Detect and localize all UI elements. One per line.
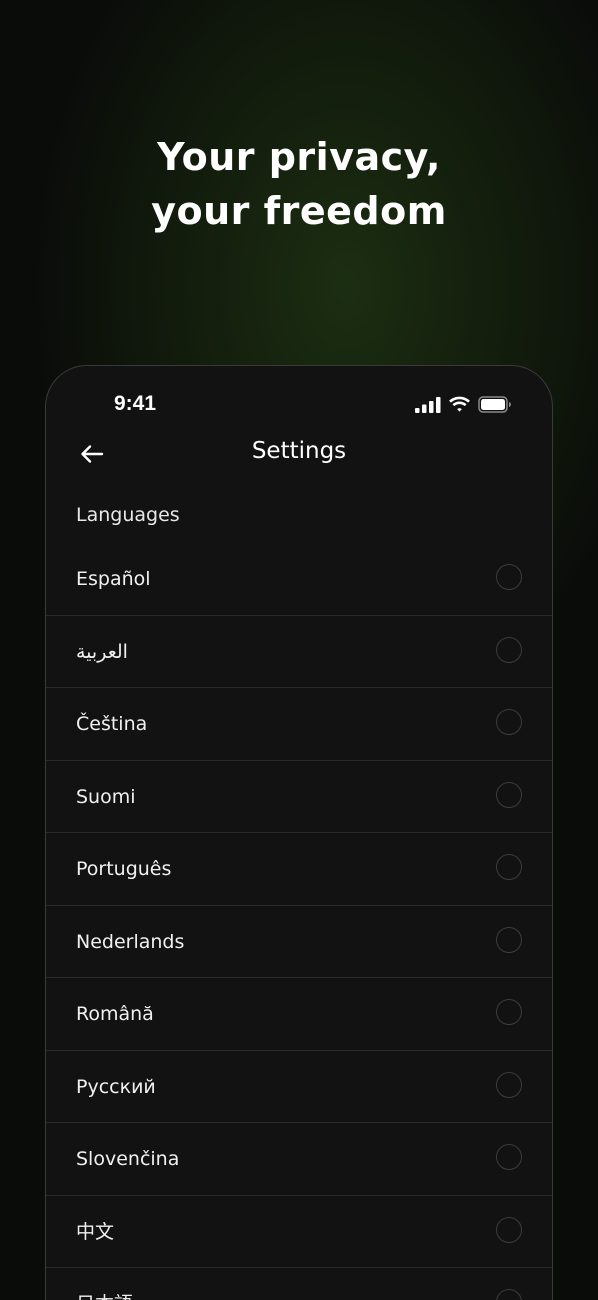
language-label: Español: [76, 568, 151, 590]
section-label-languages: Languages: [76, 504, 180, 526]
radio-button[interactable]: [496, 854, 522, 880]
language-item-fi[interactable]: Suomi: [46, 761, 552, 833]
radio-button[interactable]: [496, 1071, 522, 1098]
wifi-icon: [449, 396, 470, 412]
language-label: Русский: [76, 1075, 156, 1098]
headline: Your privacy, your freedom: [0, 130, 598, 238]
radio-button[interactable]: [496, 1144, 522, 1170]
language-item-zh[interactable]: 中文: [46, 1196, 552, 1268]
radio-button[interactable]: [496, 781, 522, 808]
status-icons: [415, 396, 512, 413]
radio-button[interactable]: [496, 926, 522, 953]
headline-line-1: Your privacy,: [157, 135, 441, 179]
page-title: Settings: [251, 438, 347, 464]
status-time: 9:41: [114, 392, 157, 415]
language-item-pt[interactable]: Português: [46, 833, 552, 906]
language-label: Nederlands: [76, 930, 185, 953]
language-label: 中文: [76, 1220, 115, 1243]
language-label: 日本語: [76, 1268, 133, 1300]
language-item-ar[interactable]: العربية: [46, 616, 552, 688]
language-label: Suomi: [76, 785, 136, 808]
nav-bar: Settings: [46, 434, 552, 474]
language-item-ru[interactable]: Русский: [46, 1051, 552, 1123]
radio-button[interactable]: [496, 564, 522, 590]
language-item-es[interactable]: Español: [46, 543, 552, 616]
language-list: Español العربية Čeština Suomi Português …: [46, 543, 552, 1300]
radio-button[interactable]: [496, 1216, 522, 1243]
radio-button[interactable]: [496, 1289, 522, 1300]
phone-frame: 9:41 Settings Languages Español العربية …: [45, 365, 553, 1300]
battery-icon: [478, 396, 511, 413]
language-item-ro[interactable]: Română: [46, 978, 552, 1051]
language-item-cs[interactable]: Čeština: [46, 688, 552, 761]
headline-line-2: your freedom: [151, 189, 447, 233]
language-label: Română: [76, 1003, 154, 1025]
language-label: Português: [76, 858, 172, 880]
signal-icon: [415, 396, 441, 413]
language-item-sk[interactable]: Slovenčina: [46, 1123, 552, 1196]
language-item-ja[interactable]: 日本語: [46, 1268, 552, 1300]
language-label: Slovenčina: [76, 1148, 180, 1170]
status-bar: 9:41: [46, 392, 552, 420]
language-label: Čeština: [76, 713, 148, 735]
radio-button[interactable]: [496, 999, 522, 1025]
language-item-nl[interactable]: Nederlands: [46, 906, 552, 978]
radio-button[interactable]: [496, 709, 522, 735]
language-label: العربية: [76, 640, 128, 663]
radio-button[interactable]: [496, 636, 522, 663]
